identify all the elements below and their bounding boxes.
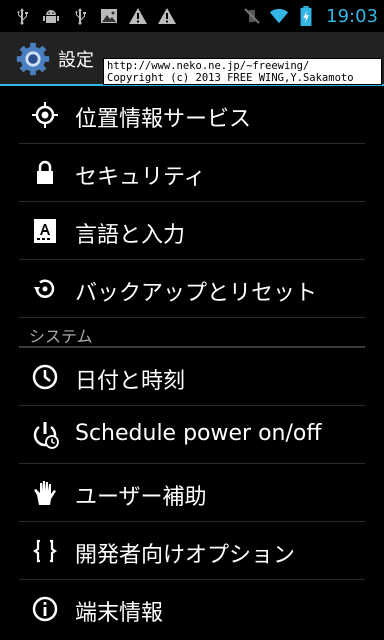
settings-item-security[interactable]: セキュリティ (19, 144, 365, 202)
warning-icon (129, 8, 147, 24)
location-icon (32, 102, 58, 128)
status-bar: 19:03 (0, 0, 384, 32)
mute-icon (244, 8, 260, 24)
settings-item-label: 日付と時刻 (75, 369, 186, 394)
settings-item-developer-options[interactable]: 開発者向けオプション (19, 522, 365, 580)
settings-item-schedule-power[interactable]: Schedule power on/off (19, 406, 365, 464)
keyboard-language-icon (34, 219, 56, 243)
settings-gear-icon[interactable] (14, 40, 52, 78)
power-schedule-icon (33, 422, 59, 449)
usb-icon (75, 8, 86, 25)
settings-item-date-time[interactable]: 日付と時刻 (19, 348, 365, 406)
settings-item-label: 端末情報 (75, 601, 164, 626)
settings-item-label: バックアップとリセット (75, 281, 318, 306)
accessibility-hand-icon (34, 481, 56, 505)
section-header-label: システム (29, 327, 93, 346)
settings-item-label: 位置情報サービス (75, 107, 252, 132)
lock-icon (37, 160, 53, 184)
settings-item-about-device[interactable]: 端末情報 (19, 580, 365, 638)
settings-item-label: 開発者向けオプション (75, 543, 296, 568)
settings-item-backup-reset[interactable]: バックアップとリセット (19, 260, 365, 318)
watermark-url: http://www.neko.ne.jp/~freewing/ (107, 60, 310, 72)
notification-icons (12, 5, 177, 27)
clock-icon (32, 364, 58, 390)
warning-icon (158, 8, 176, 24)
copyright-watermark: http://www.neko.ne.jp/~freewing/ Copyrig… (103, 58, 382, 85)
backup-reset-icon (34, 279, 55, 298)
settings-item-location[interactable]: 位置情報サービス (19, 86, 365, 144)
status-clock: 19:03 (326, 5, 378, 27)
settings-item-language-input[interactable]: 言語と入力 (19, 202, 365, 260)
image-icon (101, 9, 117, 23)
system-status-icons: 19:03 (242, 4, 378, 28)
usb-icon (17, 8, 28, 25)
watermark-copyright: Copyright (c) 2013 FREE WING,Y.Sakamoto (107, 72, 354, 84)
developer-braces-icon (33, 539, 57, 563)
settings-item-label: ユーザー補助 (75, 485, 207, 510)
settings-item-label: Schedule power on/off (75, 421, 322, 446)
settings-item-label: セキュリティ (75, 165, 206, 190)
battery-charging-icon (300, 6, 312, 26)
settings-item-accessibility[interactable]: ユーザー補助 (19, 464, 365, 522)
android-debug-icon (43, 10, 59, 23)
wifi-icon (270, 8, 289, 24)
section-header-system: システム (19, 318, 365, 348)
settings-item-label: 言語と入力 (75, 223, 186, 248)
settings-list: 位置情報サービス セキュリティ 言語と入力 バックアップとリセット システム 日… (0, 86, 384, 640)
info-icon (32, 596, 58, 622)
page-title: 設定 (58, 50, 94, 71)
